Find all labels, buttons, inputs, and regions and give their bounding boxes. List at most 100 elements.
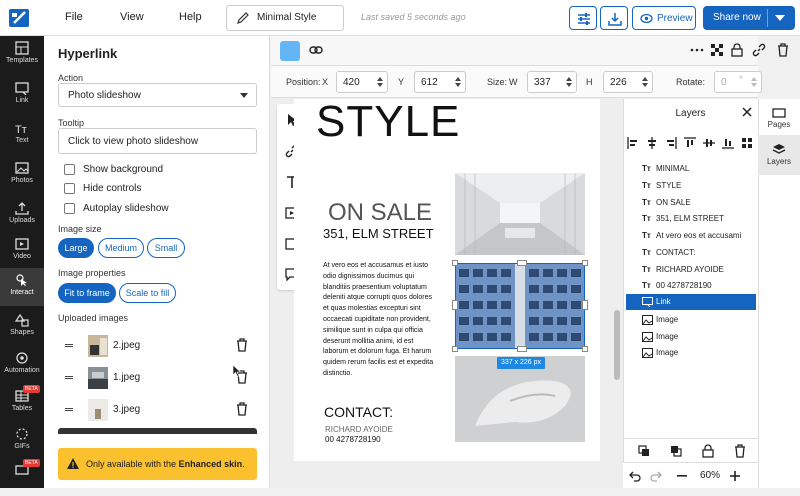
rail-video[interactable]: Video xyxy=(0,232,44,270)
delete-layer-icon[interactable] xyxy=(734,444,746,458)
corridor-image[interactable] xyxy=(455,173,585,255)
layer-item[interactable]: Tт ON SALE xyxy=(626,195,756,211)
zoom-out-icon[interactable] xyxy=(677,475,687,477)
layer-item[interactable]: Image xyxy=(626,345,756,361)
redo-icon[interactable] xyxy=(650,470,662,482)
trash-icon[interactable] xyxy=(777,43,789,57)
lock-layer-icon[interactable] xyxy=(702,444,714,458)
selection-frame[interactable] xyxy=(452,260,588,352)
tooltip-input[interactable]: Click to view photo slideshow xyxy=(58,128,257,154)
body-text[interactable]: At vero eos et accusamus et iusto odio d… xyxy=(323,261,439,380)
upload-row[interactable]: 3.jpeg xyxy=(58,397,258,423)
contact-name[interactable]: RICHARD AYOIDE xyxy=(325,425,393,434)
layer-item[interactable]: Tт RICHARD AYOIDE xyxy=(626,262,756,278)
transparency-icon[interactable] xyxy=(711,44,723,56)
align-bottom-icon[interactable] xyxy=(722,137,734,149)
hide-controls-checkbox[interactable] xyxy=(64,183,75,194)
menu-help[interactable]: Help xyxy=(179,11,202,23)
x-input[interactable]: 420 xyxy=(336,71,388,93)
resize-handle[interactable] xyxy=(582,260,588,266)
stepper-icon[interactable] xyxy=(566,76,572,88)
layer-item[interactable]: Tт At vero eos et accusami xyxy=(626,228,756,244)
more-icon[interactable] xyxy=(690,48,704,52)
tab-layers[interactable]: Layers xyxy=(758,135,800,175)
resize-handle[interactable] xyxy=(517,260,527,266)
resize-handle[interactable] xyxy=(452,300,458,310)
y-input[interactable]: 612 xyxy=(414,71,466,93)
upload-row[interactable]: 1.jpeg xyxy=(58,365,258,391)
align-left-icon[interactable] xyxy=(627,137,639,149)
size-small-button[interactable]: Small xyxy=(147,238,185,258)
canvas-scrollbar[interactable] xyxy=(614,310,620,380)
rotate-input[interactable]: 0 ° xyxy=(714,71,762,93)
style-heading[interactable]: STYLE xyxy=(316,99,460,147)
trash-icon[interactable] xyxy=(236,338,248,352)
size-medium-button[interactable]: Medium xyxy=(98,238,144,258)
document-name-field[interactable]: Minimal Style xyxy=(226,5,344,31)
rail-beta-item[interactable]: BETA xyxy=(0,458,44,496)
rail-templates[interactable]: Templates xyxy=(0,36,44,74)
resize-handle[interactable] xyxy=(452,346,458,352)
menu-view[interactable]: View xyxy=(120,11,144,23)
layer-item[interactable]: Tт STYLE xyxy=(626,178,756,194)
download-button[interactable] xyxy=(600,6,628,30)
trash-icon[interactable] xyxy=(236,402,248,416)
drag-handle-icon[interactable] xyxy=(65,408,73,411)
action-select[interactable]: Photo slideshow xyxy=(58,83,257,107)
align-top-icon[interactable] xyxy=(684,137,696,149)
stepper-icon[interactable] xyxy=(377,76,383,88)
layer-item[interactable]: Tт 351, ELM STREET xyxy=(626,211,756,227)
fit-to-frame-button[interactable]: Fit to frame xyxy=(58,283,116,303)
undo-icon[interactable] xyxy=(629,470,641,482)
distribute-icon[interactable] xyxy=(741,137,753,149)
resize-handle[interactable] xyxy=(517,346,527,352)
show-background-checkbox[interactable] xyxy=(64,164,75,175)
height-input[interactable]: 226 xyxy=(603,71,653,93)
upload-button-edge[interactable] xyxy=(58,428,257,434)
rail-uploads[interactable]: Uploads xyxy=(0,196,44,234)
link-icon[interactable] xyxy=(309,45,323,55)
app-logo-icon[interactable] xyxy=(8,8,30,28)
chain-link-icon[interactable] xyxy=(752,43,766,57)
rail-link[interactable]: Link xyxy=(0,76,44,114)
close-icon[interactable] xyxy=(742,107,752,117)
layer-item[interactable]: Tт MINIMAL xyxy=(626,161,756,177)
scale-to-fill-button[interactable]: Scale to fill xyxy=(119,283,176,303)
rail-tables[interactable]: BETA Tables xyxy=(0,384,44,422)
share-now-button[interactable]: Share now xyxy=(703,6,795,30)
layer-item[interactable]: Tт CONTACT: xyxy=(626,245,756,261)
resize-handle[interactable] xyxy=(452,260,458,266)
settings-sliders-button[interactable] xyxy=(569,6,597,30)
color-swatch[interactable] xyxy=(280,41,300,61)
group-icon[interactable] xyxy=(670,445,682,457)
width-input[interactable]: 337 xyxy=(527,71,577,93)
tab-pages[interactable]: Pages xyxy=(758,108,800,129)
rail-interact[interactable]: Interact xyxy=(0,268,44,306)
caret-down-icon[interactable] xyxy=(775,15,785,21)
upload-row[interactable]: 2.jpeg xyxy=(58,333,258,359)
preview-button[interactable]: Preview xyxy=(632,6,696,30)
lock-icon[interactable] xyxy=(731,43,743,57)
drag-handle-icon[interactable] xyxy=(65,376,73,379)
zoom-in-icon[interactable] xyxy=(730,471,740,481)
duplicate-icon[interactable] xyxy=(638,445,650,457)
on-sale-heading[interactable]: ON SALE xyxy=(328,199,432,227)
rail-gifs[interactable]: GIFs xyxy=(0,422,44,460)
drag-handle-icon[interactable] xyxy=(65,344,73,347)
layer-item[interactable]: Tт 00 4278728190 xyxy=(626,278,756,294)
contact-phone[interactable]: 00 4278728190 xyxy=(325,435,381,444)
align-right-icon[interactable] xyxy=(665,137,677,149)
contact-heading[interactable]: CONTACT: xyxy=(324,404,393,420)
rail-shapes[interactable]: Shapes xyxy=(0,308,44,346)
layer-item[interactable]: Image xyxy=(626,329,756,345)
rail-automation[interactable]: Automation xyxy=(0,346,44,384)
align-middle-icon[interactable] xyxy=(703,137,715,149)
align-center-icon[interactable] xyxy=(646,137,658,149)
rail-photos[interactable]: Photos xyxy=(0,156,44,194)
resize-handle[interactable] xyxy=(582,346,588,352)
layer-item-selected[interactable]: Link xyxy=(626,294,756,310)
rail-text[interactable]: Tт Text xyxy=(0,116,44,154)
stepper-icon[interactable] xyxy=(642,76,648,88)
stepper-icon[interactable] xyxy=(751,76,757,88)
menu-file[interactable]: File xyxy=(65,11,83,23)
